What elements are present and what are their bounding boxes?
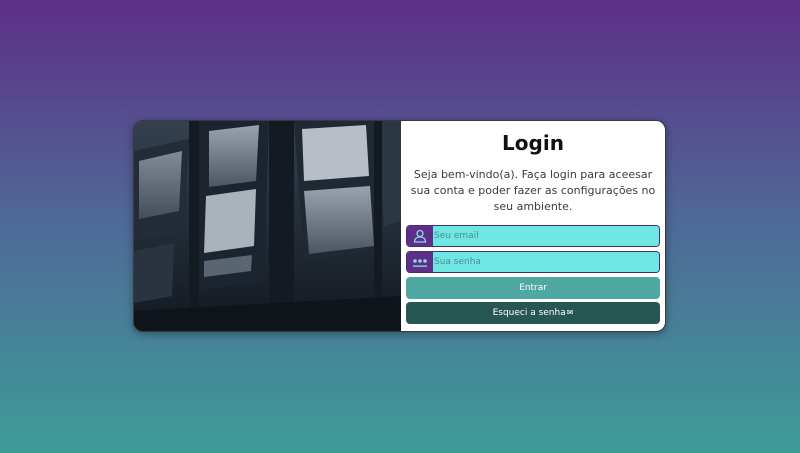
login-subtitle: Seja bem-vindo(a). Faça login para acees… <box>410 168 656 213</box>
forgot-password-button[interactable]: Esqueci a senha✉ <box>406 302 660 324</box>
email-input[interactable] <box>433 226 659 246</box>
login-title: Login <box>502 131 564 155</box>
password-input[interactable] <box>433 252 659 272</box>
submit-label: Entrar <box>519 283 547 293</box>
building-photo <box>134 121 401 331</box>
envelope-icon: ✉ <box>566 308 574 317</box>
submit-button[interactable]: Entrar <box>406 277 660 299</box>
forgot-password-label: Esqueci a senha <box>492 308 566 318</box>
user-icon <box>407 226 433 246</box>
login-form: Entrar Esqueci a senha✉ <box>406 225 660 324</box>
login-card: Login Seja bem-vindo(a). Faça login para… <box>133 120 666 332</box>
login-panel: Login Seja bem-vindo(a). Faça login para… <box>401 121 665 331</box>
password-field-group <box>406 251 660 273</box>
email-field-group <box>406 225 660 247</box>
password-dots-icon <box>407 252 433 272</box>
